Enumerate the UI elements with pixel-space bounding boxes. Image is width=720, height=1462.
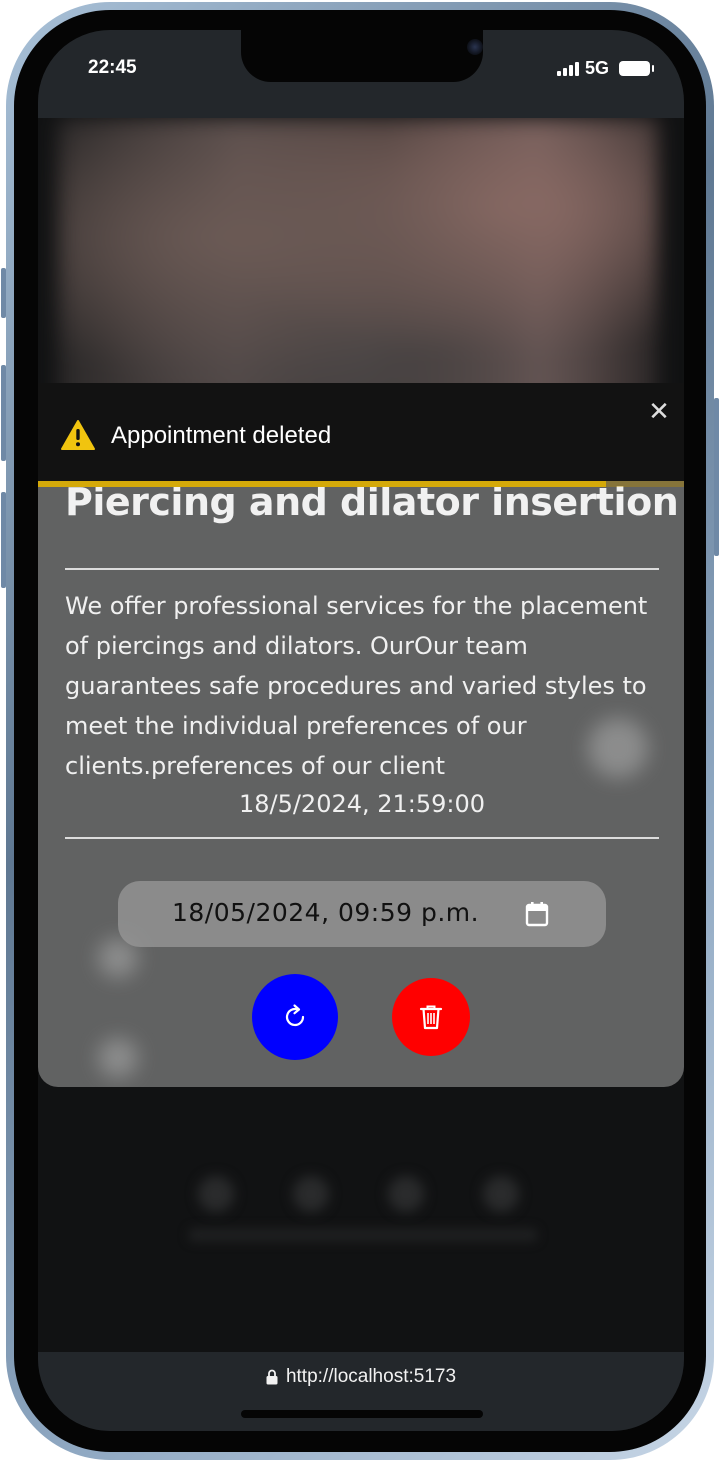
camera-icon [467,39,483,55]
trash-icon [419,1005,443,1030]
toast-progress-bar [38,481,607,487]
silent-switch [1,268,6,318]
battery-icon [619,61,654,76]
status-time: 22:45 [88,57,137,78]
service-description: We offer professional services for the p… [65,592,648,780]
notch [241,30,483,82]
hero-image [58,118,658,418]
screen: 22:45 5G Piercing and dilator insertion … [38,30,684,1431]
toast-message: Appointment deleted [111,422,332,449]
browser-bar: http://localhost:5173 [38,1352,684,1431]
title-divider [65,568,659,570]
details-divider [65,837,659,839]
signal-icon [556,61,579,76]
url-text: http://localhost:5173 [285,1366,457,1387]
appointment-datetime: 18/5/2024, 21:59:00 [238,790,486,818]
card-decoration [98,1038,138,1078]
home-indicator[interactable] [241,1410,483,1418]
datetime-input-value: 18/05/2024, 09:59 p.m. [172,898,480,927]
warning-icon [61,420,95,450]
address-bar[interactable]: http://localhost:5173 [38,1366,684,1388]
refresh-icon [285,1004,305,1027]
calendar-icon[interactable] [525,901,549,927]
power-button [714,398,719,556]
update-appointment-button[interactable] [252,974,338,1060]
volume-down-button [1,492,6,588]
delete-appointment-button[interactable] [392,978,470,1056]
volume-up-button [1,365,6,461]
network-type: 5G [584,58,609,78]
status-indicators: 5G [556,58,654,79]
background-nav-labels [188,1228,538,1242]
service-card: Piercing and dilator insertion We offer … [38,383,684,1087]
lock-icon [266,1369,278,1385]
datetime-input[interactable]: 18/05/2024, 09:59 p.m. [118,881,606,947]
close-icon[interactable]: ✕ [645,398,673,426]
toast-notification: Appointment deleted ✕ [38,383,684,481]
